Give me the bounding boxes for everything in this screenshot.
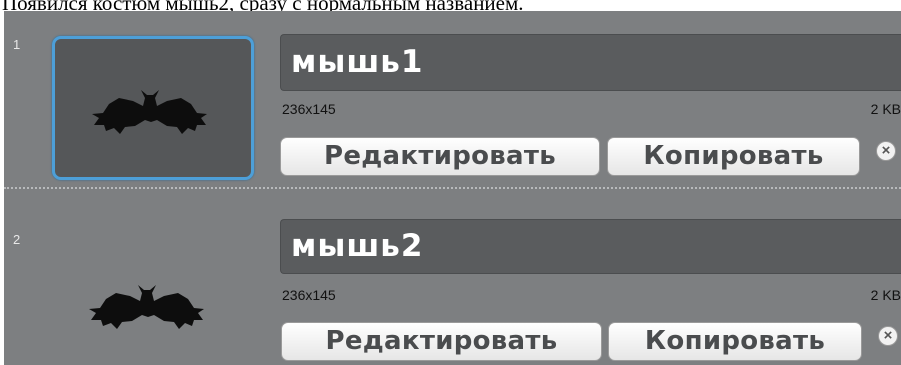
costume-dimensions: 236x145 — [282, 287, 336, 303]
costume-file-size: 2 KB — [870, 101, 901, 117]
bat-icon — [89, 285, 204, 329]
bat-icon — [92, 90, 207, 134]
costume-name-field[interactable]: мышь1 — [280, 34, 901, 91]
costume-dimensions: 236x145 — [282, 101, 336, 117]
costume-thumbnail-selected[interactable] — [52, 36, 254, 180]
close-icon[interactable]: × — [878, 326, 898, 346]
copy-button[interactable]: Копировать — [608, 322, 862, 361]
costume-index: 2 — [13, 232, 21, 247]
close-icon[interactable]: × — [876, 141, 896, 161]
row-divider — [4, 187, 901, 189]
costume-row[interactable]: 1 мышь1 236x145 2 KB Редактировать Копир… — [4, 11, 901, 188]
costume-file-size: 2 KB — [870, 287, 901, 303]
costume-thumbnail[interactable] — [52, 234, 254, 365]
costume-name-field[interactable]: мышь2 — [280, 219, 901, 274]
costume-list-panel: 1 мышь1 236x145 2 KB Редактировать Копир… — [4, 11, 901, 365]
copy-button[interactable]: Копировать — [607, 137, 860, 176]
costume-row[interactable]: 2 мышь2 236x145 2 KB Редактировать Копир… — [4, 192, 901, 365]
costume-index: 1 — [13, 37, 21, 52]
edit-button[interactable]: Редактировать — [280, 137, 600, 176]
edit-button[interactable]: Редактировать — [281, 322, 602, 361]
